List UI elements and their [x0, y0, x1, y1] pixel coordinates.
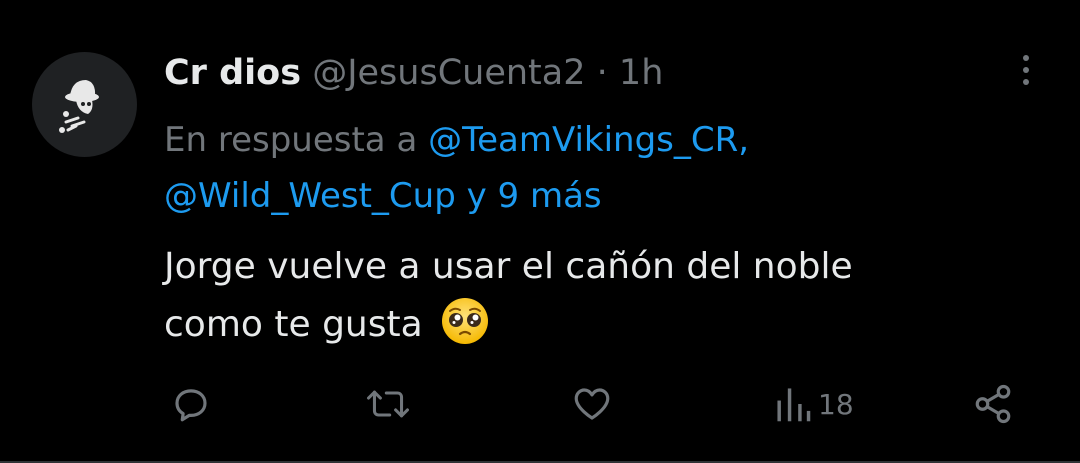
reply-mention-link[interactable]: @TeamVikings_CR,	[428, 120, 749, 160]
display-name[interactable]: Cr dios	[164, 53, 301, 93]
more-vertical-icon	[1023, 55, 1029, 85]
more-options-button[interactable]	[1008, 52, 1044, 88]
tweet-actions: 18	[0, 380, 1080, 428]
tweet-text-line: como te gusta	[164, 304, 423, 345]
share-icon	[975, 384, 1011, 424]
timestamp[interactable]: 1h	[619, 53, 663, 93]
user-handle[interactable]: @JesusCuenta2	[312, 53, 585, 93]
retweet-icon	[367, 390, 409, 418]
separator-dot: ·	[596, 53, 608, 93]
speech-bubble-icon	[175, 389, 207, 422]
views-count: 18	[818, 387, 854, 421]
heart-icon	[574, 388, 610, 420]
share-button[interactable]	[972, 380, 1014, 428]
tweet[interactable]: Cr dios @JesusCuenta2 · 1h En respuesta …	[0, 0, 1080, 463]
pleading-face-emoji-icon	[440, 296, 490, 346]
bar-chart-icon	[777, 388, 811, 422]
reply-prefix: En respuesta a	[164, 120, 418, 160]
like-button[interactable]	[570, 380, 614, 428]
retweet-button[interactable]	[366, 380, 410, 428]
tweet-text: Jorge vuelve a usar el cañón del noble c…	[164, 238, 1024, 354]
reply-mention-more-link[interactable]: @Wild_West_Cup y 9 más	[164, 176, 602, 216]
tweet-header: Cr dios @JesusCuenta2 · 1h	[164, 50, 663, 96]
tweet-text-line: Jorge vuelve a usar el cañón del noble	[164, 246, 853, 287]
reply-button[interactable]	[170, 380, 212, 428]
views-button[interactable]: 18	[774, 380, 854, 428]
avatar[interactable]	[32, 52, 137, 157]
straw-hat-skull-icon	[59, 80, 99, 133]
reply-context: En respuesta a @TeamVikings_CR, @Wild_We…	[164, 112, 1024, 224]
